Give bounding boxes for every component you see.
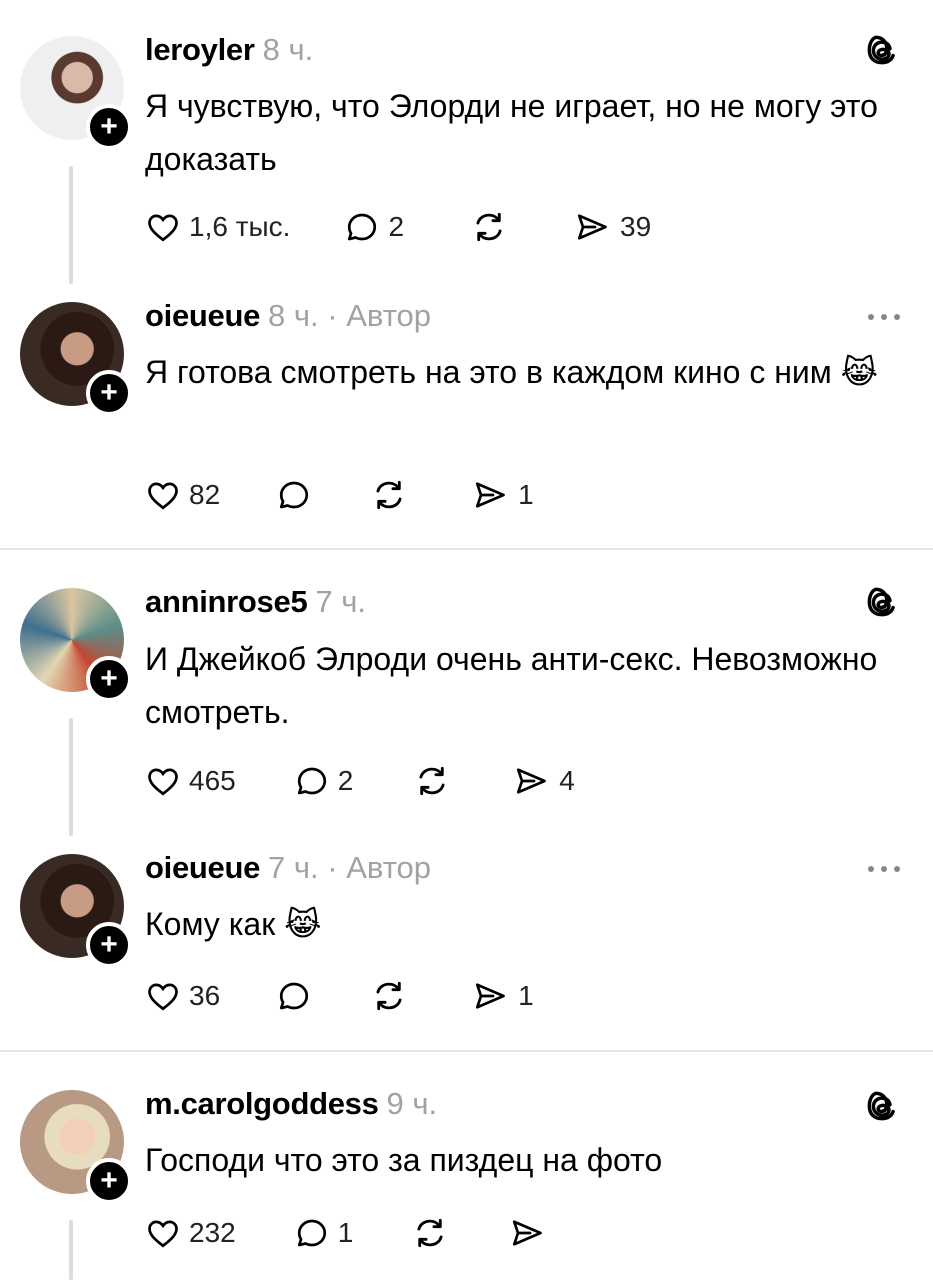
post-header: oieueue 8 ч. · Автор [145, 298, 431, 334]
author-label: · Автор [327, 298, 432, 333]
like-button[interactable]: 1,6 тыс. [145, 209, 290, 245]
post-text: Я чувствую, что Элорди не играет, но не … [145, 88, 878, 177]
reply-button[interactable] [276, 477, 312, 513]
repost-icon [376, 480, 402, 510]
follow-plus-icon[interactable]: + [86, 104, 132, 150]
repost-button[interactable] [370, 476, 408, 514]
timestamp: 7 ч. [315, 584, 367, 619]
username[interactable]: m.carolgoddess [145, 1086, 379, 1121]
repost-icon [417, 1218, 443, 1248]
reply-button[interactable] [276, 978, 312, 1014]
comment-icon [297, 767, 326, 795]
share-count: 1 [518, 479, 534, 510]
like-button[interactable]: 465 [145, 763, 236, 799]
like-count: 36 [189, 980, 221, 1011]
like-count: 465 [189, 765, 236, 796]
send-icon [517, 768, 547, 794]
timestamp: 9 ч. [386, 1086, 438, 1121]
share-count: 39 [620, 211, 652, 242]
threads-logo-icon[interactable] [863, 1086, 901, 1126]
send-icon [476, 983, 506, 1009]
username[interactable]: leroyler [145, 32, 255, 67]
post-header: anninrose5 7 ч. [145, 584, 366, 620]
post-text: Господи что это за пиздец на фото [145, 1142, 663, 1178]
thread-line [69, 166, 73, 284]
thread-divider [0, 1050, 933, 1052]
heart-icon [148, 482, 178, 510]
heart-icon [148, 214, 178, 242]
heart-icon [148, 768, 178, 796]
like-count: 82 [189, 479, 221, 510]
comment-icon [348, 213, 377, 241]
timestamp: 8 ч. [262, 32, 314, 67]
like-count: 232 [189, 1217, 236, 1248]
like-button[interactable]: 82 [145, 477, 220, 513]
follow-plus-icon[interactable]: + [86, 656, 132, 702]
thread-line [69, 718, 73, 836]
repost-button[interactable] [370, 977, 408, 1015]
like-button[interactable]: 232 [145, 1215, 236, 1251]
author-label: · Автор [327, 850, 432, 885]
post-actions: 36 1 [145, 977, 534, 1015]
post-actions: 465 2 4 [145, 762, 575, 800]
reply-button[interactable]: 2 [294, 763, 354, 799]
post-text: Я готова смотреть на это в каждом кино с… [145, 354, 879, 390]
repost-icon [419, 766, 445, 796]
repost-icon [376, 981, 402, 1011]
thread-divider [0, 548, 933, 550]
post-actions: 232 1 [145, 1214, 547, 1252]
username[interactable]: oieueue [145, 298, 260, 333]
share-button[interactable]: 4 [511, 763, 575, 799]
post-header: m.carolgoddess 9 ч. [145, 1086, 437, 1122]
share-button[interactable]: 39 [572, 209, 651, 245]
threads-logo-icon[interactable] [863, 582, 901, 622]
username[interactable]: oieueue [145, 850, 260, 885]
post-header: leroyler 8 ч. [145, 32, 313, 68]
reply-button[interactable]: 2 [344, 209, 404, 245]
send-icon [476, 482, 506, 508]
post-header: oieueue 7 ч. · Автор [145, 850, 431, 886]
share-count: 4 [559, 765, 575, 796]
repost-button[interactable] [411, 1214, 449, 1252]
repost-icon [476, 212, 502, 242]
comment-icon [297, 1219, 326, 1247]
post-text: И Джейкоб Элроди очень анти-секс. Невозм… [145, 641, 878, 730]
threads-logo-icon[interactable] [863, 30, 901, 70]
share-button[interactable]: 1 [470, 477, 534, 513]
heart-icon [148, 1220, 178, 1248]
repost-button[interactable] [470, 208, 508, 246]
more-options-icon[interactable] [865, 862, 903, 876]
more-options-icon[interactable] [865, 310, 903, 324]
comment-icon [280, 982, 309, 1010]
like-count: 1,6 тыс. [189, 211, 291, 242]
share-button[interactable] [507, 1215, 547, 1251]
heart-icon [148, 983, 178, 1011]
post-text: Кому как 😹 [145, 906, 322, 942]
username[interactable]: anninrose5 [145, 584, 308, 619]
follow-plus-icon[interactable]: + [86, 370, 132, 416]
share-button[interactable]: 1 [470, 978, 534, 1014]
timestamp: 7 ч. [268, 850, 319, 885]
share-count: 1 [518, 980, 534, 1011]
post-actions: 1,6 тыс. 2 39 [145, 208, 651, 246]
like-button[interactable]: 36 [145, 978, 220, 1014]
send-icon [577, 214, 607, 240]
post-actions: 82 1 [145, 476, 534, 514]
reply-count: 1 [337, 1217, 354, 1248]
timestamp: 8 ч. [268, 298, 319, 333]
follow-plus-icon[interactable]: + [86, 922, 132, 968]
follow-plus-icon[interactable]: + [86, 1158, 132, 1204]
reply-button[interactable]: 1 [294, 1215, 354, 1251]
send-icon [513, 1220, 543, 1246]
reply-count: 2 [337, 765, 354, 796]
thread-line [69, 1220, 73, 1280]
comment-icon [280, 481, 309, 509]
reply-count: 2 [388, 211, 405, 242]
repost-button[interactable] [413, 762, 451, 800]
